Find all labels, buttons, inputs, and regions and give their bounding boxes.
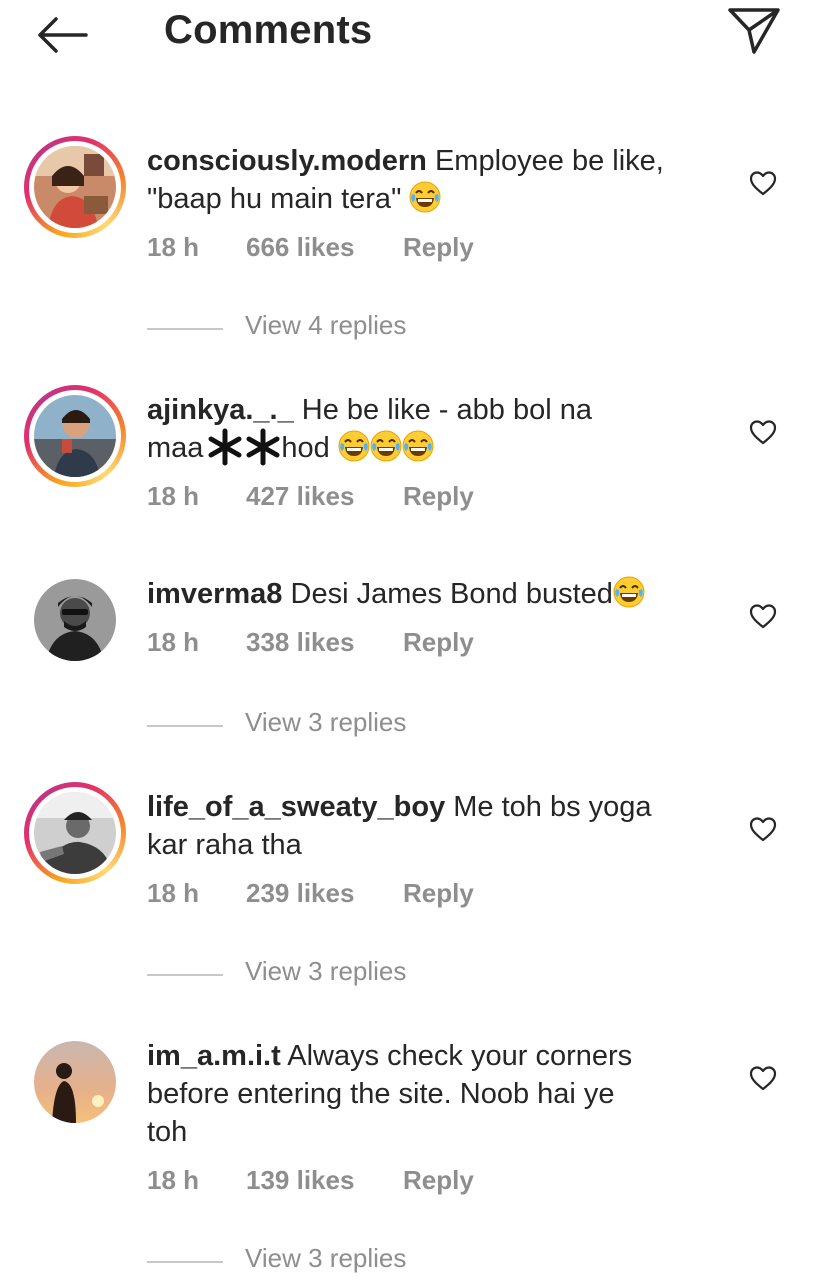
heart-outline-icon[interactable] bbox=[749, 816, 777, 842]
comment-text: consciously.modern Employee be like, "ba… bbox=[147, 142, 707, 218]
divider-line bbox=[147, 725, 223, 727]
reply-button[interactable]: Reply bbox=[403, 878, 474, 909]
comment-body: Always check your corners bbox=[287, 1040, 633, 1072]
view-replies-button[interactable]: View 3 replies bbox=[147, 1243, 547, 1279]
heart-outline-icon[interactable] bbox=[749, 170, 777, 196]
paper-plane-icon bbox=[728, 8, 780, 54]
comment-body-line: maa bbox=[147, 432, 204, 464]
reply-button[interactable]: Reply bbox=[403, 232, 474, 263]
avatar-story-ring[interactable] bbox=[24, 385, 126, 487]
view-replies-label: View 3 replies bbox=[245, 707, 407, 737]
avatar bbox=[34, 792, 116, 874]
comment-time: 18 h bbox=[147, 878, 200, 908]
reply-button[interactable]: Reply bbox=[403, 1165, 474, 1196]
avatar bbox=[34, 1041, 116, 1123]
face-with-tears-of-joy-emoji bbox=[370, 430, 402, 462]
comment-username[interactable]: ajinkya._._ bbox=[147, 394, 294, 426]
comment-body: Employee be like, bbox=[434, 145, 664, 177]
comment-body-line: before entering the site. Noob hai ye bbox=[147, 1078, 615, 1110]
comment-body-line-end: toh bbox=[147, 1116, 188, 1148]
avatar-container[interactable] bbox=[24, 569, 126, 671]
comment-time: 18 h bbox=[147, 1165, 200, 1195]
avatar-story-ring[interactable] bbox=[24, 136, 126, 238]
comment-username[interactable]: imverma8 bbox=[147, 578, 282, 610]
censor-stars-icon bbox=[208, 428, 280, 466]
view-replies-button[interactable]: View 3 replies bbox=[147, 956, 547, 992]
view-replies-label: View 4 replies bbox=[245, 310, 407, 340]
comment-likes[interactable]: 139 likes bbox=[246, 1165, 354, 1196]
comment-body: He be like - abb bol na bbox=[301, 394, 592, 426]
back-button[interactable] bbox=[30, 10, 94, 60]
comment-username[interactable]: im_a.m.i.t bbox=[147, 1040, 281, 1072]
face-with-tears-of-joy-emoji bbox=[402, 430, 434, 462]
page-title: Comments bbox=[164, 8, 373, 52]
face-with-tears-of-joy-emoji bbox=[613, 576, 645, 608]
view-replies-label: View 3 replies bbox=[245, 1243, 407, 1273]
comment-text: imverma8 Desi James Bond busted bbox=[147, 575, 707, 613]
avatar bbox=[34, 395, 116, 477]
comment-text: im_a.m.i.t Always check your corners bef… bbox=[147, 1037, 707, 1151]
face-with-tears-of-joy-emoji bbox=[409, 181, 441, 213]
divider-line bbox=[147, 328, 223, 330]
reply-button[interactable]: Reply bbox=[403, 627, 474, 658]
header-bar: Comments bbox=[0, 0, 827, 80]
heart-outline-icon[interactable] bbox=[749, 419, 777, 445]
divider-line bbox=[147, 1261, 223, 1263]
divider-line bbox=[147, 974, 223, 976]
view-replies-button[interactable]: View 3 replies bbox=[147, 707, 547, 743]
comment-body: Desi James Bond busted bbox=[290, 578, 613, 610]
comment-likes[interactable]: 338 likes bbox=[246, 627, 354, 658]
arrow-left-icon bbox=[38, 17, 88, 53]
comment-likes[interactable]: 427 likes bbox=[246, 481, 354, 512]
avatar bbox=[34, 146, 116, 228]
comment-body-line-end: hod bbox=[281, 432, 330, 464]
heart-outline-icon[interactable] bbox=[749, 603, 777, 629]
comment-likes[interactable]: 666 likes bbox=[246, 232, 354, 263]
view-replies-label: View 3 replies bbox=[245, 956, 407, 986]
face-with-tears-of-joy-emoji bbox=[338, 430, 370, 462]
comment-time: 18 h bbox=[147, 481, 200, 511]
comment-body-line: kar raha tha bbox=[147, 829, 302, 861]
avatar bbox=[34, 579, 116, 661]
comment-username[interactable]: consciously.modern bbox=[147, 145, 427, 177]
reply-button[interactable]: Reply bbox=[403, 481, 474, 512]
comment-body-line: "baap hu main tera" bbox=[147, 183, 402, 215]
comment-text: life_of_a_sweaty_boy Me toh bs yoga kar … bbox=[147, 788, 707, 864]
comment-username[interactable]: life_of_a_sweaty_boy bbox=[147, 791, 445, 823]
heart-outline-icon[interactable] bbox=[749, 1065, 777, 1091]
comment-time: 18 h bbox=[147, 232, 200, 262]
avatar-container[interactable] bbox=[24, 1031, 126, 1133]
comment-likes[interactable]: 239 likes bbox=[246, 878, 354, 909]
share-button[interactable] bbox=[724, 2, 784, 58]
avatar-story-ring[interactable] bbox=[24, 782, 126, 884]
comment-body: Me toh bs yoga bbox=[453, 791, 652, 823]
view-replies-button[interactable]: View 4 replies bbox=[147, 310, 547, 346]
comment-time: 18 h bbox=[147, 627, 200, 657]
